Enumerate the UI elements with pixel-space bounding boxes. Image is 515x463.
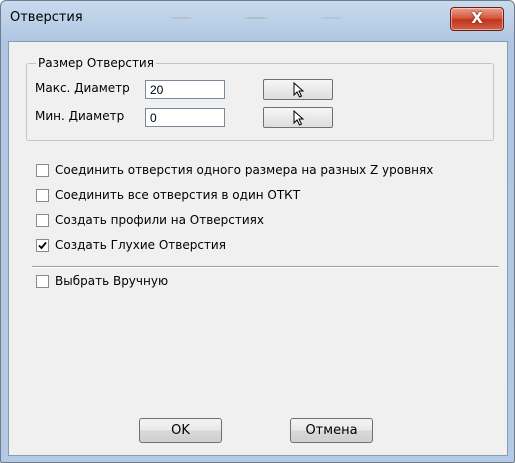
option-label: Выбрать Вручную [55,274,169,288]
group-legend: Размер Отверстия [36,56,156,70]
titlebar-background-blur [121,7,421,29]
max-diameter-label: Макс. Диаметр [35,81,130,95]
dialog-window: Отверстия X Размер Отверстия Макс. Диаме… [0,0,515,463]
ok-button[interactable]: OK [139,418,222,443]
checkbox[interactable] [36,214,49,227]
checkbox[interactable] [36,164,49,177]
checkbox[interactable] [36,275,49,288]
cancel-button[interactable]: Отмена [290,418,373,443]
checkbox[interactable] [36,189,49,202]
cursor-arrow-icon [293,110,305,126]
option-label: Создать Глухие Отверстия [55,238,226,252]
separator [32,266,499,268]
option-label: Соединить все отверстия в один ОТКТ [55,188,301,202]
cursor-arrow-icon [293,82,305,98]
title-bar[interactable]: Отверстия X [1,1,514,41]
max-diameter-input[interactable] [145,80,225,99]
min-diameter-input[interactable] [145,108,225,127]
dialog-client-area: Размер Отверстия Макс. Диаметр Мин. Диам… [8,41,508,456]
checkmark-icon [38,241,47,250]
pick-max-diameter-button[interactable] [263,79,333,100]
close-button[interactable]: X [450,7,504,31]
hole-size-group: Размер Отверстия Макс. Диаметр Мин. Диам… [26,56,494,141]
checkbox-checked[interactable] [36,239,49,252]
min-diameter-label: Мин. Диаметр [35,109,125,123]
option-label: Создать профили на Отверстиях [55,213,265,227]
close-icon: X [471,9,483,27]
option-label: Соединить отверстия одного размера на ра… [55,163,434,177]
pick-min-diameter-button[interactable] [263,107,333,128]
window-title: Отверстия [10,10,83,25]
